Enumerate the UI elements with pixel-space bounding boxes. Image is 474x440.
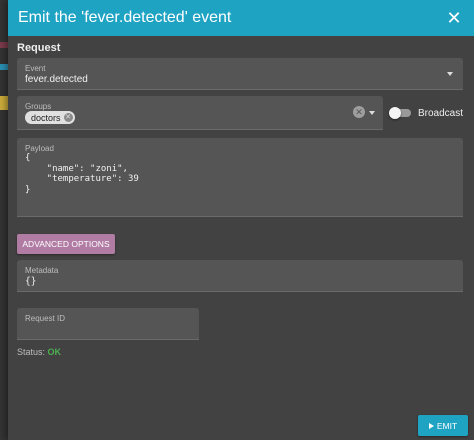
status-label: Status: bbox=[17, 347, 46, 357]
broadcast-toggle[interactable] bbox=[389, 107, 411, 119]
payload-editor[interactable]: Payload { "name": "zoni", "temperature":… bbox=[17, 138, 463, 217]
emit-button[interactable]: EMIT bbox=[418, 415, 468, 436]
groups-select[interactable]: Groups doctors ✕ ✕ bbox=[17, 96, 383, 130]
close-icon[interactable]: ✕ bbox=[444, 9, 464, 27]
emit-event-dialog: Emit the 'fever.detected' event ✕ Reques… bbox=[8, 0, 474, 440]
status-value: OK bbox=[47, 347, 62, 357]
send-icon bbox=[428, 422, 434, 429]
chevron-down-icon[interactable] bbox=[447, 72, 453, 76]
metadata-value[interactable]: {} bbox=[25, 276, 36, 287]
metadata-label: Metadata bbox=[25, 266, 59, 275]
request-section-label: Request bbox=[17, 42, 61, 54]
toggle-knob bbox=[389, 107, 401, 119]
remove-chip-icon[interactable]: ✕ bbox=[63, 113, 73, 122]
advanced-options-button[interactable]: ADVANCED OPTIONS bbox=[17, 234, 115, 254]
dialog-title: Emit the 'fever.detected' event bbox=[18, 9, 232, 26]
dialog-titlebar: Emit the 'fever.detected' event ✕ bbox=[8, 0, 474, 36]
metadata-field[interactable]: Metadata {} bbox=[17, 260, 463, 292]
group-chip-label: doctors bbox=[31, 112, 61, 123]
request-id-field[interactable]: Request ID bbox=[17, 308, 199, 340]
event-label: Event bbox=[25, 64, 46, 73]
clear-icon[interactable]: ✕ bbox=[353, 106, 365, 118]
payload-label: Payload bbox=[25, 144, 54, 153]
broadcast-label: Broadcast bbox=[418, 108, 464, 119]
chevron-down-icon[interactable] bbox=[369, 111, 375, 115]
group-chip[interactable]: doctors ✕ bbox=[25, 111, 75, 124]
event-value: fever.detected bbox=[25, 74, 88, 85]
event-select[interactable]: Event fever.detected bbox=[17, 58, 463, 90]
request-id-label: Request ID bbox=[25, 314, 66, 323]
status-line: Status: OK bbox=[17, 347, 61, 357]
emit-button-label: EMIT bbox=[436, 420, 458, 431]
payload-value[interactable]: { "name": "zoni", "temperature": 39 } bbox=[25, 153, 139, 195]
groups-label: Groups bbox=[25, 102, 52, 111]
